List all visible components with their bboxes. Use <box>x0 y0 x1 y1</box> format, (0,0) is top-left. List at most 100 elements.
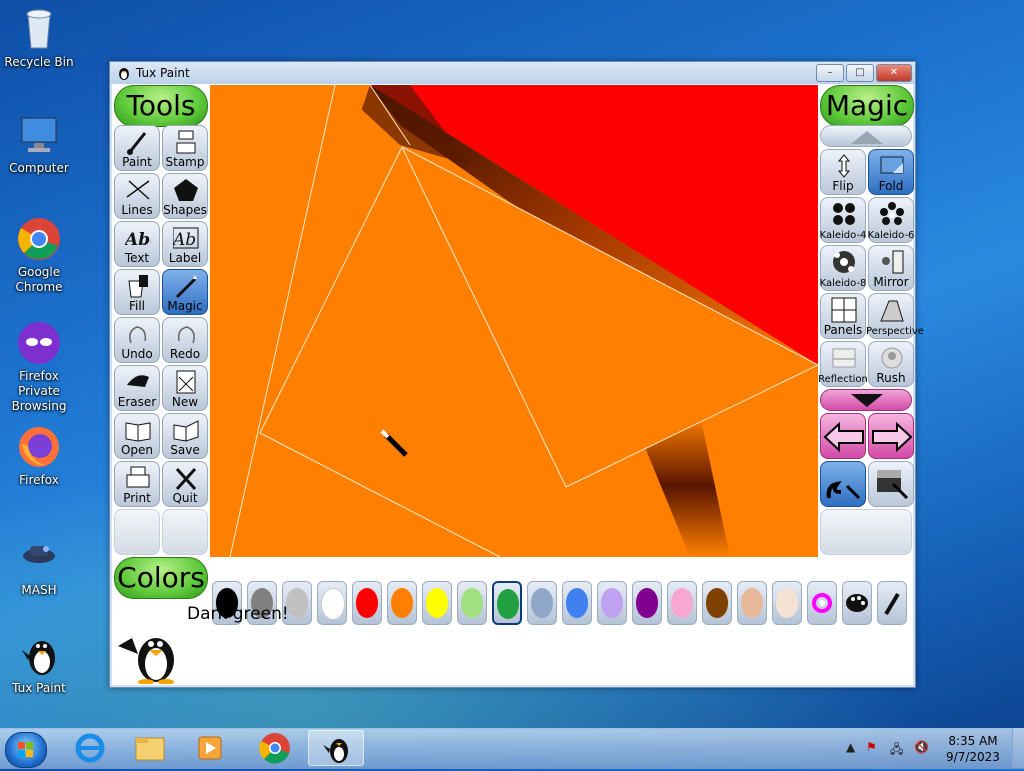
color-swatch[interactable] <box>422 581 452 625</box>
color-swatch[interactable] <box>597 581 627 625</box>
rainbow-color-picker[interactable] <box>807 581 837 625</box>
drawing-canvas[interactable] <box>210 85 818 557</box>
svg-text:Abc: Abc <box>125 230 151 250</box>
color-swatch[interactable] <box>492 581 522 625</box>
tool-redo-button[interactable]: Redo <box>162 317 208 363</box>
taskbar-media-player[interactable] <box>182 730 238 766</box>
color-mixer-button[interactable] <box>842 581 872 625</box>
magic-flip-button[interactable]: Flip <box>820 149 866 195</box>
magic-scroll-up-button[interactable] <box>820 125 912 147</box>
magic-perspective-button[interactable]: Perspective <box>866 293 924 339</box>
action-center-icon[interactable]: ⚑ <box>866 740 877 754</box>
tool-text-button[interactable]: AbcText <box>114 221 160 267</box>
mirror-icon <box>882 250 904 274</box>
magic-panels-button[interactable]: Panels <box>820 293 866 339</box>
tool-fill-button[interactable]: Fill <box>114 269 160 315</box>
squiggle-wand-icon <box>826 481 861 500</box>
system-clock[interactable]: 8:35 AM 9/7/2023 <box>945 733 1001 765</box>
color-swatch[interactable] <box>527 581 557 625</box>
magic-mirror-button[interactable]: Mirror <box>868 245 914 291</box>
start-button[interactable] <box>5 732 47 768</box>
title-bar[interactable]: Tux Paint – □ ✕ <box>110 62 915 84</box>
color-swatch[interactable] <box>737 581 767 625</box>
tool-paint-button[interactable]: Paint <box>114 125 160 171</box>
volume-muted-icon[interactable]: 🔇 <box>914 740 929 754</box>
color-swatch[interactable] <box>667 581 697 625</box>
tool-save-button[interactable]: Save <box>162 413 208 459</box>
desktop-icon-tux-paint[interactable]: Tux Paint <box>0 632 78 696</box>
tool-label: Paint <box>122 155 152 169</box>
flip-icon <box>837 154 851 178</box>
taskbar-google-chrome[interactable] <box>247 730 303 766</box>
color-swatch-fill <box>601 588 623 618</box>
color-swatch[interactable] <box>702 581 732 625</box>
empty-tool-slot <box>114 509 160 555</box>
empty-tool-slot <box>162 509 208 555</box>
color-swatch[interactable] <box>387 581 417 625</box>
tool-eraser-button[interactable]: Eraser <box>114 365 160 411</box>
desktop-icon-firefox-private[interactable]: Firefox Private Browsing <box>0 320 78 414</box>
tool-lines-button[interactable]: Lines <box>114 173 160 219</box>
desktop-icon-computer[interactable]: Computer <box>0 112 78 176</box>
show-hidden-icons-button[interactable]: ▲ <box>846 740 855 754</box>
color-swatch[interactable] <box>772 581 802 625</box>
close-button[interactable]: ✕ <box>876 64 912 82</box>
open-book-icon <box>125 422 151 442</box>
tux-penguin-icon <box>323 739 348 763</box>
color-swatch[interactable] <box>457 581 487 625</box>
magic-kaleido-4-button[interactable]: Kaleido-4 <box>820 197 866 243</box>
magic-mode-paint-button[interactable] <box>820 461 866 507</box>
tool-label: Save <box>170 443 200 457</box>
stamp-icon <box>176 130 196 154</box>
desktop-icon-google-chrome[interactable]: Google Chrome <box>0 216 78 295</box>
color-swatch[interactable] <box>352 581 382 625</box>
folder-icon <box>135 737 165 761</box>
magic-mode-fullscreen-button[interactable] <box>868 461 914 507</box>
color-swatch[interactable] <box>562 581 592 625</box>
tool-open-button[interactable]: Open <box>114 413 160 459</box>
minimize-button[interactable]: – <box>816 64 844 82</box>
next-page-button[interactable] <box>868 413 914 459</box>
color-swatch[interactable] <box>317 581 347 625</box>
tool-magic-button[interactable]: Magic <box>162 269 208 315</box>
magic-reflection-button[interactable]: Reflection <box>818 341 868 387</box>
media-player-icon <box>198 736 222 760</box>
desktop-icon-label: Firefox <box>19 473 59 487</box>
taskbar-internet-explorer[interactable] <box>62 730 118 766</box>
empty-magic-slot <box>820 509 912 555</box>
tux-app-icon <box>116 65 132 81</box>
magic-label: Flip <box>832 179 854 193</box>
tool-label: Text <box>124 251 150 265</box>
magic-kaleido-6-button[interactable]: Kaleido-6 <box>868 197 914 243</box>
tool-undo-button[interactable]: Undo <box>114 317 160 363</box>
tool-print-button[interactable]: Print <box>114 461 160 507</box>
tool-label-button[interactable]: Ab Label <box>162 221 208 267</box>
desktop-icon-label: Google Chrome <box>15 265 63 294</box>
kaleido-8-icon <box>833 251 855 273</box>
tool-shapes-button[interactable]: Shapes <box>162 173 208 219</box>
color-picker-pipette-button[interactable] <box>877 581 907 625</box>
network-icon[interactable]: 🖧 <box>890 740 903 761</box>
arrow-left-icon <box>823 421 864 453</box>
desktop-icon-firefox[interactable]: Firefox <box>0 424 78 488</box>
tool-label: Stamp <box>165 155 205 169</box>
magic-rush-button[interactable]: Rush <box>868 341 914 387</box>
taskbar-file-explorer[interactable] <box>122 730 178 766</box>
desktop-icon-mash[interactable]: MASH <box>0 534 78 598</box>
show-desktop-button[interactable] <box>1012 728 1024 768</box>
tool-quit-button[interactable]: Quit <box>162 461 208 507</box>
magic-fold-button[interactable]: Fold <box>868 149 914 195</box>
maximize-button[interactable]: □ <box>846 64 874 82</box>
status-message: Dark green! <box>187 604 289 624</box>
magic-scroll-down-button[interactable] <box>820 389 912 411</box>
desktop-icon-recycle-bin[interactable]: Recycle Bin <box>0 6 78 70</box>
undo-hand-icon <box>129 326 147 344</box>
taskbar-tux-paint[interactable] <box>308 730 364 766</box>
arrow-right-icon <box>872 421 913 453</box>
magic-label: Mirror <box>873 275 909 289</box>
tool-new-button[interactable]: New <box>162 365 208 411</box>
color-swatch[interactable] <box>632 581 662 625</box>
tool-stamp-button[interactable]: Stamp <box>162 125 208 171</box>
previous-page-button[interactable] <box>820 413 866 459</box>
magic-kaleido-8-button[interactable]: Kaleido-8 <box>820 245 866 291</box>
